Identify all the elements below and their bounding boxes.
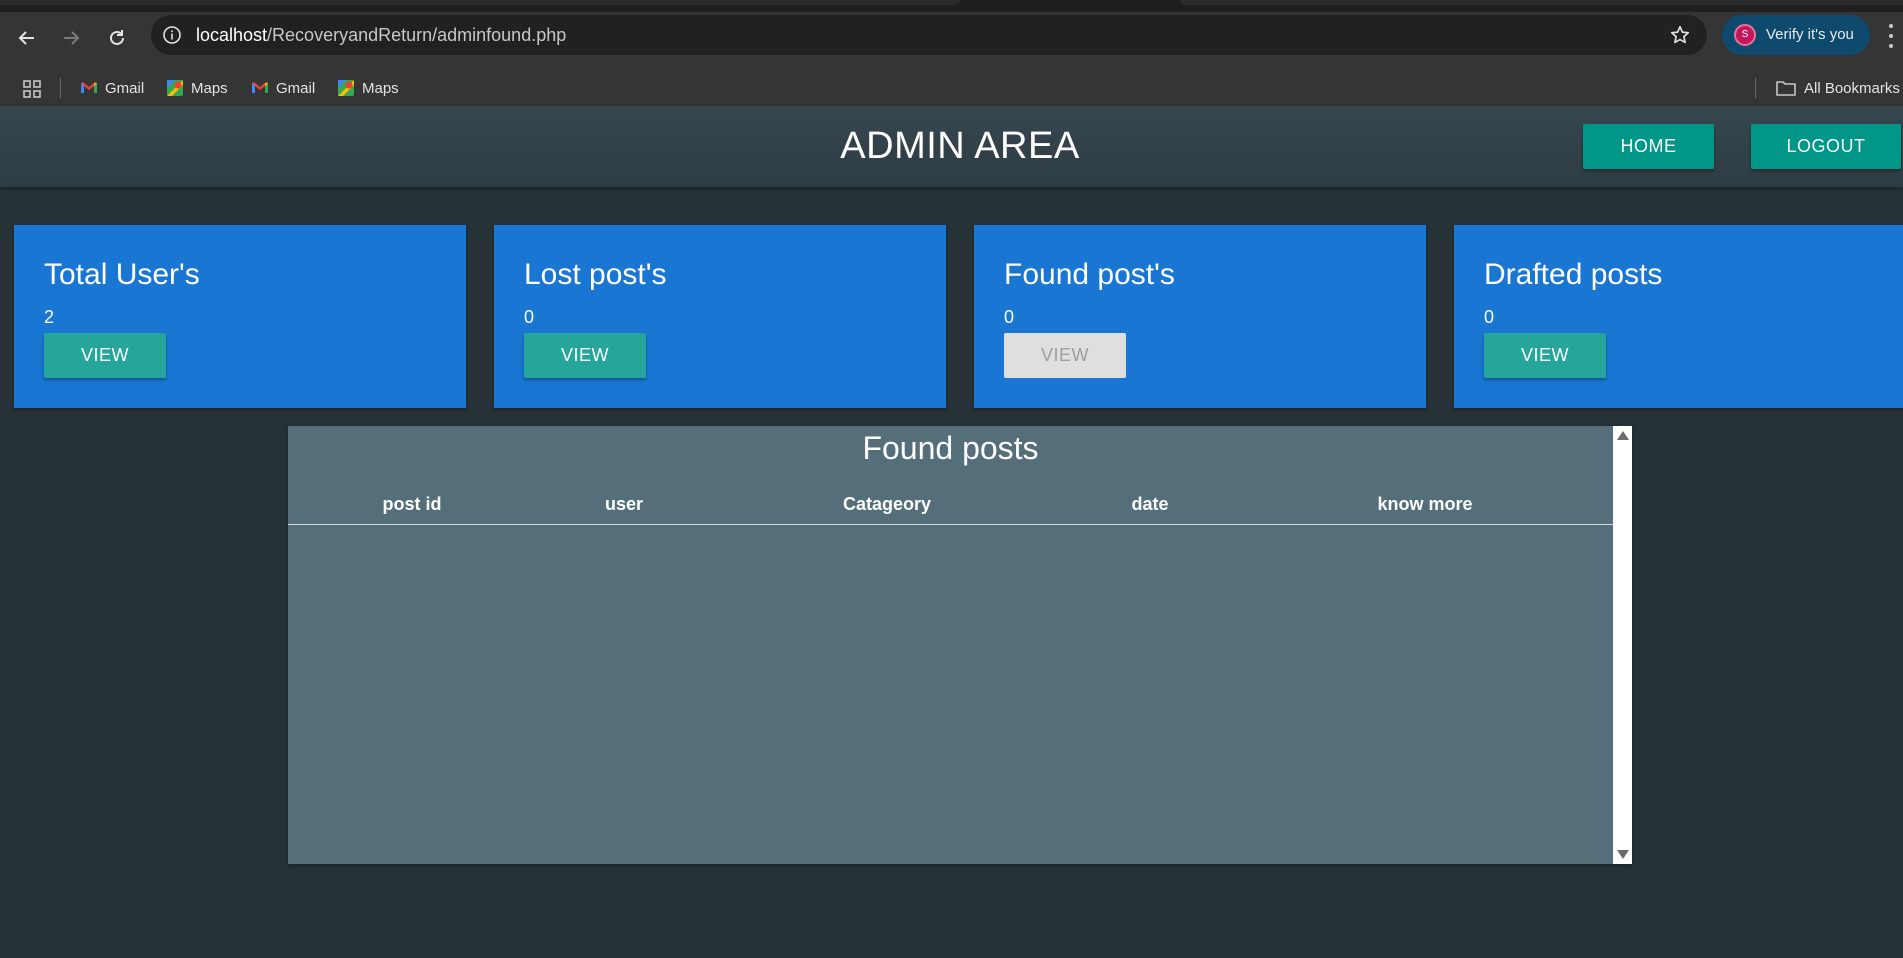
scroll-up-arrow-icon[interactable] [1617,431,1629,440]
scroll-down-arrow-icon[interactable] [1617,850,1629,859]
url-text[interactable]: localhost/RecoveryandReturn/adminfound.p… [196,25,566,46]
bookmarks-divider [60,78,61,98]
bookmark-label: Gmail [105,79,145,97]
gmail-icon [81,82,97,93]
arrow-right-icon [64,31,80,45]
found-posts-panel: Found posts post id user Catageory date … [288,426,1632,864]
card-title: Drafted posts [1484,258,1663,291]
bookmark-maps-1[interactable]: Maps [166,78,228,98]
bookmarks-divider [1755,78,1756,98]
reload-icon [110,30,124,45]
site-info-icon[interactable] [162,25,182,45]
card-title: Lost post's [524,258,667,291]
view-lost-posts-button[interactable]: VIEW [524,333,646,378]
bookmark-maps-2[interactable]: Maps [337,78,399,98]
column-header-know-more: know more [1377,494,1473,514]
column-header-date: date [1131,494,1169,514]
apps-grid-icon[interactable] [22,79,42,99]
url-host: localhost [196,25,268,45]
card-title: Found post's [1004,258,1175,291]
column-header-user: user [604,494,644,514]
browser-toolbar: localhost/RecoveryandReturn/adminfound.p… [0,12,1903,70]
all-bookmarks-button[interactable]: All Bookmarks [1776,78,1900,98]
bookmark-label: Maps [191,79,228,97]
bookmark-label: Gmail [276,79,316,97]
url-path: /RecoveryandReturn/adminfound.php [267,25,567,45]
card-total-users: Total User's 2 VIEW [14,225,466,408]
home-button[interactable]: HOME [1583,124,1714,169]
tab-edge-left [0,0,960,5]
view-drafted-posts-button[interactable]: VIEW [1484,333,1606,378]
arrow-left-icon [18,31,34,45]
card-lost-posts: Lost post's 0 VIEW [494,225,946,408]
profile-verify-label: Verify it's you [1766,26,1854,43]
card-count: 0 [524,307,535,327]
reload-button[interactable] [101,22,133,54]
address-bar[interactable]: localhost/RecoveryandReturn/adminfound.p… [151,15,1707,55]
logout-button[interactable]: LOGOUT [1751,124,1901,169]
all-bookmarks-label: All Bookmarks [1804,79,1900,97]
view-found-posts-button: VIEW [1004,333,1126,378]
card-count: 0 [1004,307,1015,327]
tab-strip [0,0,1903,12]
panel-scrollbar[interactable] [1613,426,1632,864]
card-count: 0 [1484,307,1495,327]
card-title: Total User's [44,258,200,291]
found-posts-table-header: post id user Catageory date know more [288,494,1613,525]
maps-icon [167,80,183,96]
card-count: 2 [44,307,55,327]
bookmarks-bar: Gmail Maps Gmail Maps All Bookmarks [0,70,1903,106]
browser-menu-icon[interactable] [1886,24,1896,48]
card-drafted-posts: Drafted posts 0 VIEW [1454,225,1903,408]
folder-icon [1776,81,1796,96]
back-button[interactable] [11,22,43,54]
bookmark-gmail-1[interactable]: Gmail [80,78,144,98]
column-header-category: Catageory [842,494,932,514]
profile-verify-button[interactable]: S Verify it's you [1722,15,1870,55]
bookmark-label: Maps [362,79,399,97]
found-posts-title: Found posts [862,430,1039,466]
card-found-posts: Found post's 0 VIEW [974,225,1426,408]
view-users-button[interactable]: VIEW [44,333,166,378]
tab-edge-right [1180,0,1903,5]
forward-button[interactable] [55,22,87,54]
column-header-post-id: post id [382,494,442,514]
profile-avatar: S [1734,24,1756,46]
gmail-icon [252,82,268,93]
maps-icon [338,80,354,96]
bookmark-gmail-2[interactable]: Gmail [251,78,315,98]
bookmark-star-icon[interactable] [1669,24,1691,46]
admin-header: ADMIN AREA HOME LOGOUT [0,106,1903,187]
